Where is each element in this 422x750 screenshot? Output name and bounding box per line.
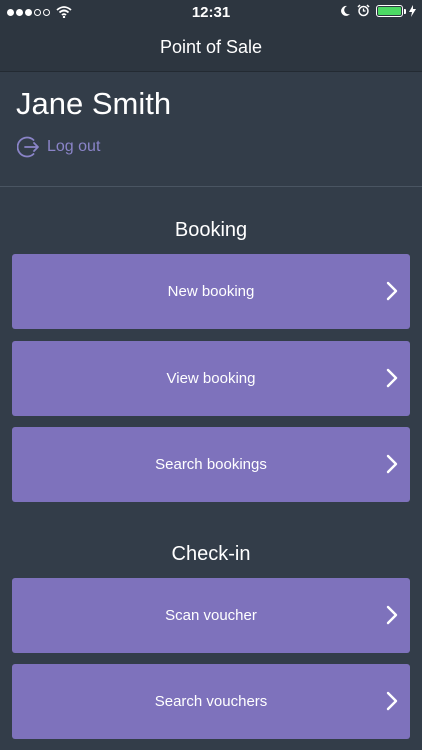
chevron-right-icon [386,368,398,388]
section-title-booking: Booking [174,219,248,241]
button-label: New booking [167,283,255,300]
scan-voucher-button[interactable]: Scan voucher [12,578,410,653]
charging-icon [409,4,416,17]
user-panel: Jane Smith [0,72,422,187]
chevron-right-icon [386,691,398,711]
navigation-bar: Point of Sale [0,24,422,72]
view-booking-button[interactable]: View booking [12,341,410,416]
new-booking-button[interactable]: New booking [12,254,410,329]
search-bookings-button[interactable]: Search bookings [12,427,410,502]
button-label: Search vouchers [154,693,268,710]
logout-label: Log out [47,138,101,155]
status-right [340,4,416,17]
page-title: Point of Sale [159,37,263,57]
status-bar: 12:31 [0,0,422,24]
logout-icon [17,136,39,158]
battery-fill [378,6,401,15]
chevron-right-icon [386,281,398,301]
button-label: Search bookings [155,456,267,473]
button-label: Scan voucher [165,607,257,624]
alarm-icon [357,4,370,17]
search-vouchers-button[interactable]: Search vouchers [12,664,410,739]
chevron-right-icon [386,605,398,625]
moon-icon [341,5,350,16]
user-name: Jane Smith [16,86,172,121]
section-title-check-in: Check-in [171,543,251,565]
chevron-right-icon [386,454,398,474]
button-label: View booking [166,370,256,387]
logout-link[interactable]: Log out [17,135,100,159]
battery-icon [376,4,406,17]
